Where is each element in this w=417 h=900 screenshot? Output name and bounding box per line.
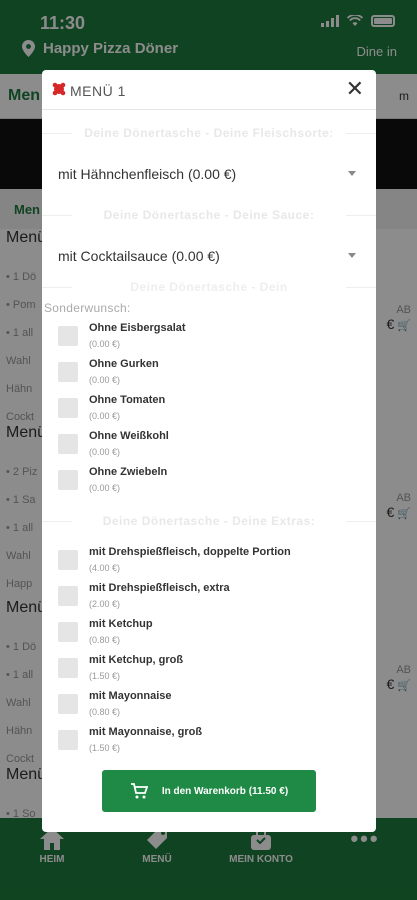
sonderwunsch-label: Sonderwunsch:	[44, 301, 131, 315]
add-to-cart-label: In den Warenkorb (11.50 €)	[161, 785, 289, 797]
option-mayonnaise[interactable]: mit Mayonnaise (0.80 €)	[58, 690, 358, 724]
option-ohne-eisbergsalat[interactable]: Ohne Eisbergsalat (0.00 €)	[58, 322, 358, 356]
close-icon[interactable]: ✕	[346, 76, 364, 102]
cart-icon	[130, 783, 148, 799]
checkbox[interactable]	[58, 398, 78, 418]
checkbox[interactable]	[58, 362, 78, 382]
section-fleischsorte: Deine Dönertasche - Deine Fleischsorte:	[42, 126, 376, 140]
option-ohne-tomaten[interactable]: Ohne Tomaten (0.00 €)	[58, 394, 358, 428]
option-ohne-weisskohl[interactable]: Ohne Weißkohl (0.00 €)	[58, 430, 358, 464]
option-ketchup-gross[interactable]: mit Ketchup, groß (1.50 €)	[58, 654, 358, 688]
chevron-down-icon	[348, 253, 356, 258]
fleischsorte-value: mit Hähnchenfleisch (0.00 €)	[58, 166, 237, 182]
checkbox[interactable]	[58, 658, 78, 678]
sauce-select[interactable]: mit Cocktailsauce (0.00 €)	[58, 241, 360, 271]
checkbox[interactable]	[58, 694, 78, 714]
option-drehspiess-extra[interactable]: mit Drehspießfleisch, extra (2.00 €)	[58, 582, 358, 616]
checkbox[interactable]	[58, 550, 78, 570]
section-sauce: Deine Dönertasche - Deine Sauce:	[42, 208, 376, 222]
checkbox[interactable]	[58, 622, 78, 642]
option-drehspiess-doppelt[interactable]: mit Drehspießfleisch, doppelte Portion (4…	[58, 546, 358, 580]
checkbox[interactable]	[58, 434, 78, 454]
checkbox[interactable]	[58, 470, 78, 490]
modal-header: MENÜ 1 ✕	[42, 70, 376, 110]
fleischsorte-select[interactable]: mit Hähnchenfleisch (0.00 €)	[58, 159, 360, 189]
sauce-value: mit Cocktailsauce (0.00 €)	[58, 248, 220, 264]
checkbox[interactable]	[58, 326, 78, 346]
option-ohne-zwiebeln[interactable]: Ohne Zwiebeln (0.00 €)	[58, 466, 358, 500]
option-mayonnaise-gross[interactable]: mit Mayonnaise, groß (1.50 €)	[58, 726, 358, 760]
add-to-cart-button[interactable]: In den Warenkorb (11.50 €)	[102, 770, 316, 812]
checkbox[interactable]	[58, 586, 78, 606]
checkbox[interactable]	[58, 730, 78, 750]
menu-options-modal: MENÜ 1 ✕ Deine Dönertasche - Deine Fleis…	[42, 70, 376, 832]
modal-title: MENÜ 1	[70, 83, 126, 99]
chevron-down-icon	[348, 171, 356, 176]
option-ohne-gurken[interactable]: Ohne Gurken (0.00 €)	[58, 358, 358, 392]
pizza-logo-icon	[52, 82, 66, 96]
section-extras: Deine Dönertasche - Deine Extras:	[42, 514, 376, 528]
section-partial: Deine Dönertasche - Dein	[42, 280, 376, 294]
option-ketchup[interactable]: mit Ketchup (0.80 €)	[58, 618, 358, 652]
